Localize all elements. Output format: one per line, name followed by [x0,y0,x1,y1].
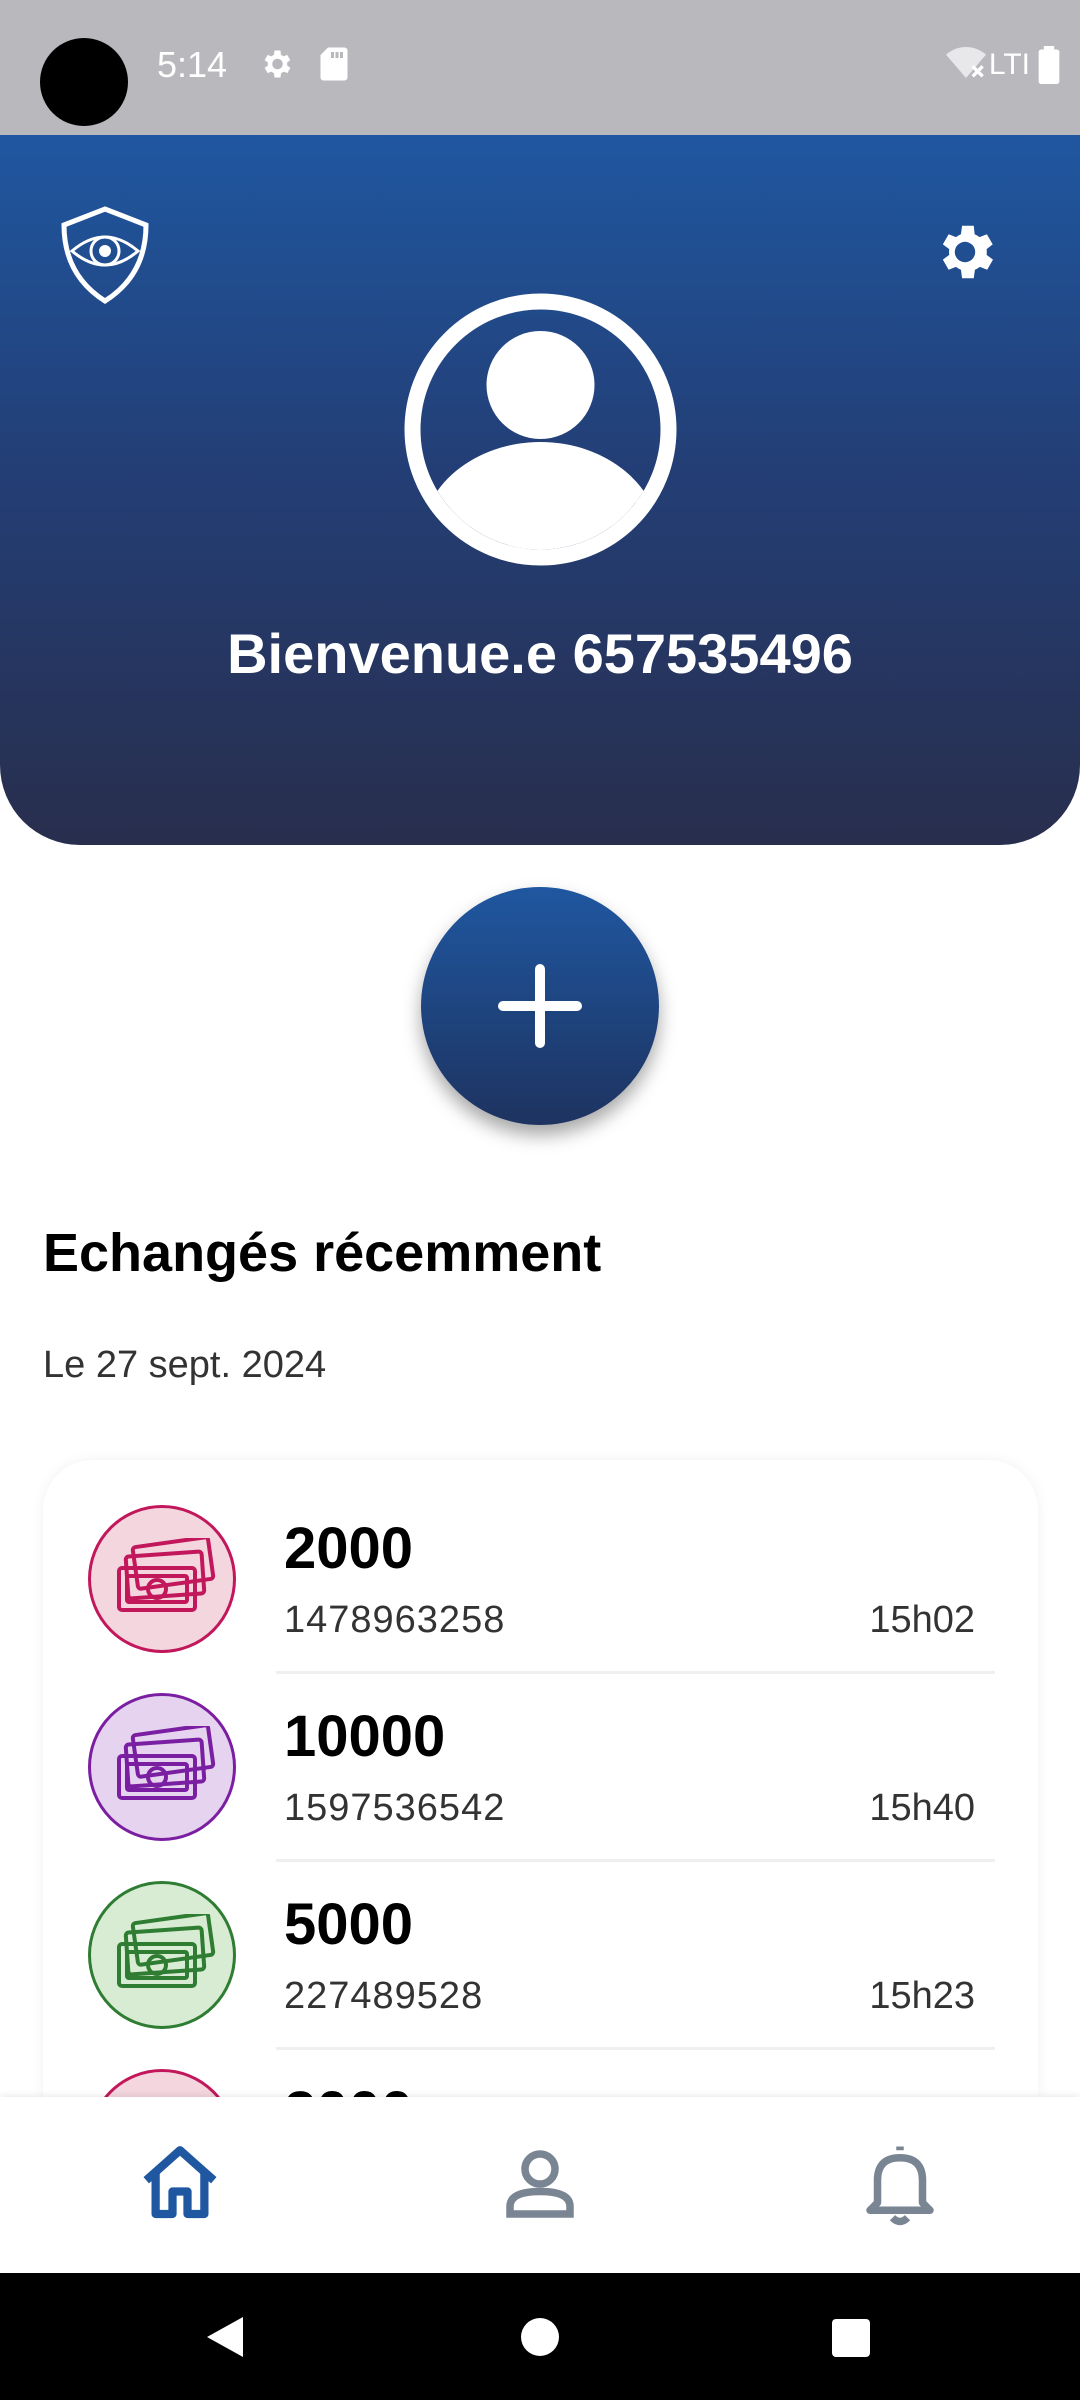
profile-header: Bienvenue.e 657535496 [0,135,1080,845]
account-number: 227489528 [284,1975,484,2017]
bottom-navigation [0,2097,1080,2273]
list-item[interactable]: 10000 1597536542 15h40 [43,1648,1038,1862]
banknotes-icon [88,1693,236,1841]
recents-icon[interactable] [830,2313,872,2361]
transaction-time: 15h02 [869,1599,975,1641]
sd-card-icon [318,46,350,87]
settings-icon [258,46,294,87]
section-title: Echangés récemment [43,1223,602,1283]
account-number: 1597536542 [284,1787,506,1829]
battery-icon [1038,46,1060,89]
status-time: 5:14 [157,44,228,85]
home-icon[interactable] [135,2139,225,2229]
account-number: 1478963258 [284,1599,506,1641]
user-avatar-icon[interactable] [403,292,678,567]
amount: 2000 [284,1516,414,1581]
banknotes-icon [88,2069,236,2100]
camera-cutout [40,38,128,126]
transactions-card: 2000 1478963258 15h02 10000 1597536542 1… [43,1460,1038,2100]
list-item[interactable]: 2000 [43,2024,1038,2100]
bell-icon[interactable] [855,2139,945,2229]
gear-icon[interactable] [930,217,1000,287]
home-nav-icon[interactable] [520,2313,560,2361]
network-label: LTI [988,48,1030,81]
amount: 5000 [284,1892,414,1957]
list-item[interactable]: 2000 1478963258 15h02 [43,1460,1038,1674]
back-icon[interactable] [203,2313,247,2361]
banknotes-icon [88,1881,236,2029]
date-label: Le 27 sept. 2024 [43,1344,327,1386]
add-button[interactable] [421,887,659,1125]
plus-icon [498,964,582,1048]
welcome-text: Bienvenue.e 657535496 [227,622,853,685]
transaction-time: 15h40 [869,1787,975,1829]
amount: 10000 [284,1704,446,1769]
banknotes-icon [88,1505,236,1653]
status-bar: 5:14 LTI [0,0,1080,135]
system-navigation-bar [0,2273,1080,2400]
list-item[interactable]: 5000 227489528 15h23 [43,1836,1038,2050]
transaction-time: 15h23 [869,1975,975,2017]
shield-eye-logo [56,205,154,305]
wifi-off-icon [946,46,986,85]
profile-icon[interactable] [495,2139,585,2229]
